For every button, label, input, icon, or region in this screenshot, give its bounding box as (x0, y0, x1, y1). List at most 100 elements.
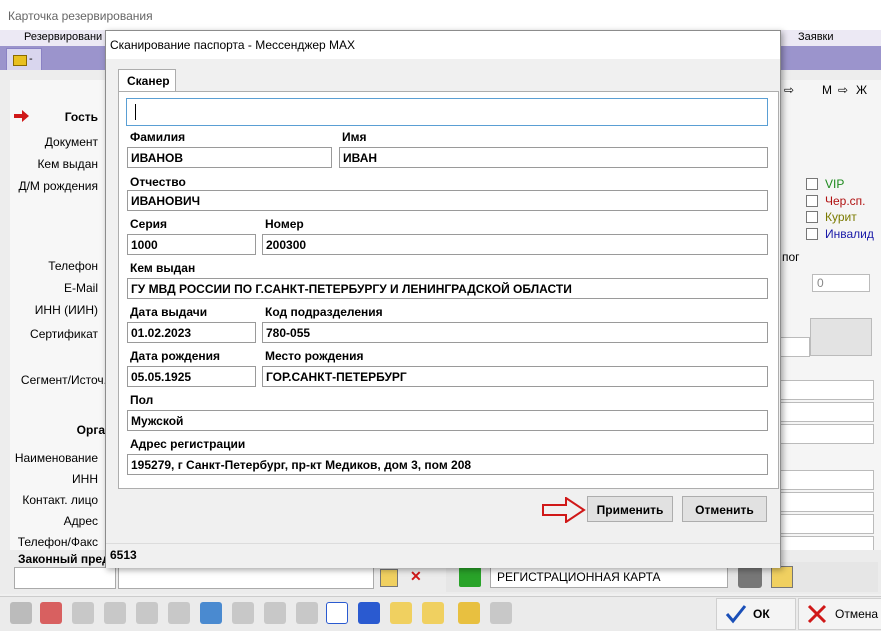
series-label: Серия (130, 217, 168, 231)
right-field-1[interactable] (778, 337, 810, 357)
tab-scanner-label: Сканер (127, 74, 170, 88)
menu-requests[interactable]: Заявки (798, 31, 834, 43)
blacklist-label: Чер.сп. (825, 194, 866, 208)
background-title-bar: Карточка резервирования (0, 0, 881, 30)
print-settings-icon[interactable] (771, 566, 793, 588)
message-icon[interactable] (296, 602, 318, 624)
ok-button[interactable]: ОК (716, 598, 796, 630)
vip-label: VIP (825, 177, 845, 191)
counter-field[interactable]: 0 (812, 274, 870, 292)
add-doc-icon[interactable] (390, 602, 412, 624)
people-icon[interactable] (136, 602, 158, 624)
issued-by-label: Кем выдан (130, 261, 196, 275)
calculator-icon[interactable] (200, 602, 222, 624)
clear-icon[interactable]: ✕ (410, 568, 422, 585)
upload-icon[interactable] (40, 602, 62, 624)
surname-field[interactable]: ИВАНОВ (127, 147, 332, 168)
cancel-main-button[interactable]: Отмена (798, 598, 881, 630)
org-contact-label: Контакт. лицо (22, 493, 98, 507)
palette-icon[interactable] (458, 602, 480, 624)
email-label: E-Mail (63, 281, 98, 295)
legal-rep-label: Законный пред (18, 552, 110, 566)
reg-card-select[interactable]: РЕГИСТРАЦИОННАЯ КАРТА (490, 566, 728, 588)
dialog-title-bar[interactable]: Сканирование паспорта - Мессенджер MAX (106, 31, 780, 59)
phone-icon[interactable] (490, 602, 512, 624)
disabled-checkbox[interactable] (806, 228, 818, 240)
scan-input[interactable] (126, 98, 768, 126)
birth-date-field[interactable]: 05.05.1925 (127, 366, 256, 387)
gender-label: Пол (130, 393, 154, 407)
birth-date-label: Дата рождения (130, 349, 221, 363)
issue-date-label: Дата выдачи (130, 305, 208, 319)
right-field-2[interactable] (778, 380, 874, 400)
text-caret (135, 104, 136, 120)
dept-code-field[interactable]: 780-055 (262, 322, 768, 343)
name-field[interactable]: ИВАН (339, 147, 768, 168)
email-icon[interactable] (326, 602, 348, 624)
dialog-status-bar: 6513 (106, 543, 780, 568)
smoker-checkbox[interactable] (806, 211, 818, 223)
org-name-label: Наименование (14, 451, 98, 465)
address-label: Адрес регистрации (130, 437, 246, 451)
birth-place-label: Место рождения (265, 349, 364, 363)
birth-place-field[interactable]: ГОР.САНКТ-ПЕТЕРБУРГ (262, 366, 768, 387)
series-field[interactable]: 1000 (127, 234, 256, 255)
number-field[interactable]: 200300 (262, 234, 768, 255)
patronymic-field[interactable]: ИВАНОВИЧ (127, 190, 768, 211)
right-field-3[interactable] (778, 402, 874, 422)
org-address-label: Адрес (63, 514, 98, 528)
back-icon[interactable] (168, 602, 190, 624)
right-tab-label[interactable]: пог (782, 250, 800, 264)
printer-icon[interactable] (738, 566, 762, 588)
background-tab[interactable]: - (6, 48, 42, 71)
help-icon[interactable] (10, 602, 32, 624)
address-field[interactable]: 195279, г Санкт-Петербург, пр-кт Медиков… (127, 454, 768, 475)
check-icon (725, 605, 747, 624)
dialog-title: Сканирование паспорта - Мессенджер MAX (110, 38, 356, 52)
vip-checkbox[interactable] (806, 178, 818, 190)
tab-scanner[interactable]: Сканер (118, 69, 176, 92)
disabled-label: Инвалид (825, 227, 874, 241)
folder-icon (13, 55, 27, 66)
red-arrow-icon (542, 497, 586, 523)
scanner-icon[interactable] (104, 602, 126, 624)
right-field-7[interactable] (778, 514, 874, 534)
inn-label: ИНН (ИИН) (34, 303, 98, 317)
edit-icon[interactable] (380, 569, 398, 587)
number-label: Номер (265, 217, 304, 231)
person-icon[interactable] (232, 602, 254, 624)
window-title: Карточка резервирования (8, 9, 153, 23)
x-icon (807, 604, 827, 624)
person-add-icon[interactable] (264, 602, 286, 624)
patronymic-label: Отчество (130, 175, 186, 189)
right-field-5[interactable] (778, 470, 874, 490)
blacklist-checkbox[interactable] (806, 195, 818, 207)
document-label: Документ (44, 135, 98, 149)
legal-rep-select[interactable] (14, 567, 116, 589)
ok-label: ОК (753, 607, 770, 621)
dept-code-label: Код подразделения (265, 305, 383, 319)
mail-open-icon[interactable] (422, 602, 444, 624)
nav-zh-label: Ж (856, 83, 868, 97)
document-icon[interactable] (72, 602, 94, 624)
org-inn-label: ИНН (72, 472, 98, 486)
nav-m-label: М (822, 83, 832, 97)
org-phone-label: Телефон/Факс (17, 535, 98, 549)
right-field-4[interactable] (778, 424, 874, 444)
nav-arrow-icon-2[interactable]: ⇨ (838, 83, 848, 97)
cancel-main-label: Отмена (835, 607, 879, 621)
word-icon[interactable] (358, 602, 380, 624)
menu-reservations[interactable]: Резервировани (24, 31, 102, 43)
legal-rep-field[interactable] (118, 567, 374, 589)
gender-field[interactable]: Мужской (127, 410, 768, 431)
status-text: 6513 (110, 548, 137, 562)
right-field-6[interactable] (778, 492, 874, 512)
surname-label: Фамилия (130, 130, 186, 144)
apply-button[interactable]: Применить (587, 496, 673, 522)
certificate-label: Сертификат (30, 327, 98, 341)
issue-date-field[interactable]: 01.02.2023 (127, 322, 256, 343)
issued-by-field[interactable]: ГУ МВД РОССИИ ПО Г.САНКТ-ПЕТЕРБУРГУ И ЛЕ… (127, 278, 768, 299)
nav-arrow-icon[interactable]: ⇨ (784, 83, 794, 97)
cancel-button[interactable]: Отменить (682, 496, 767, 522)
segment-label: Сегмент/Источ. (20, 373, 107, 387)
